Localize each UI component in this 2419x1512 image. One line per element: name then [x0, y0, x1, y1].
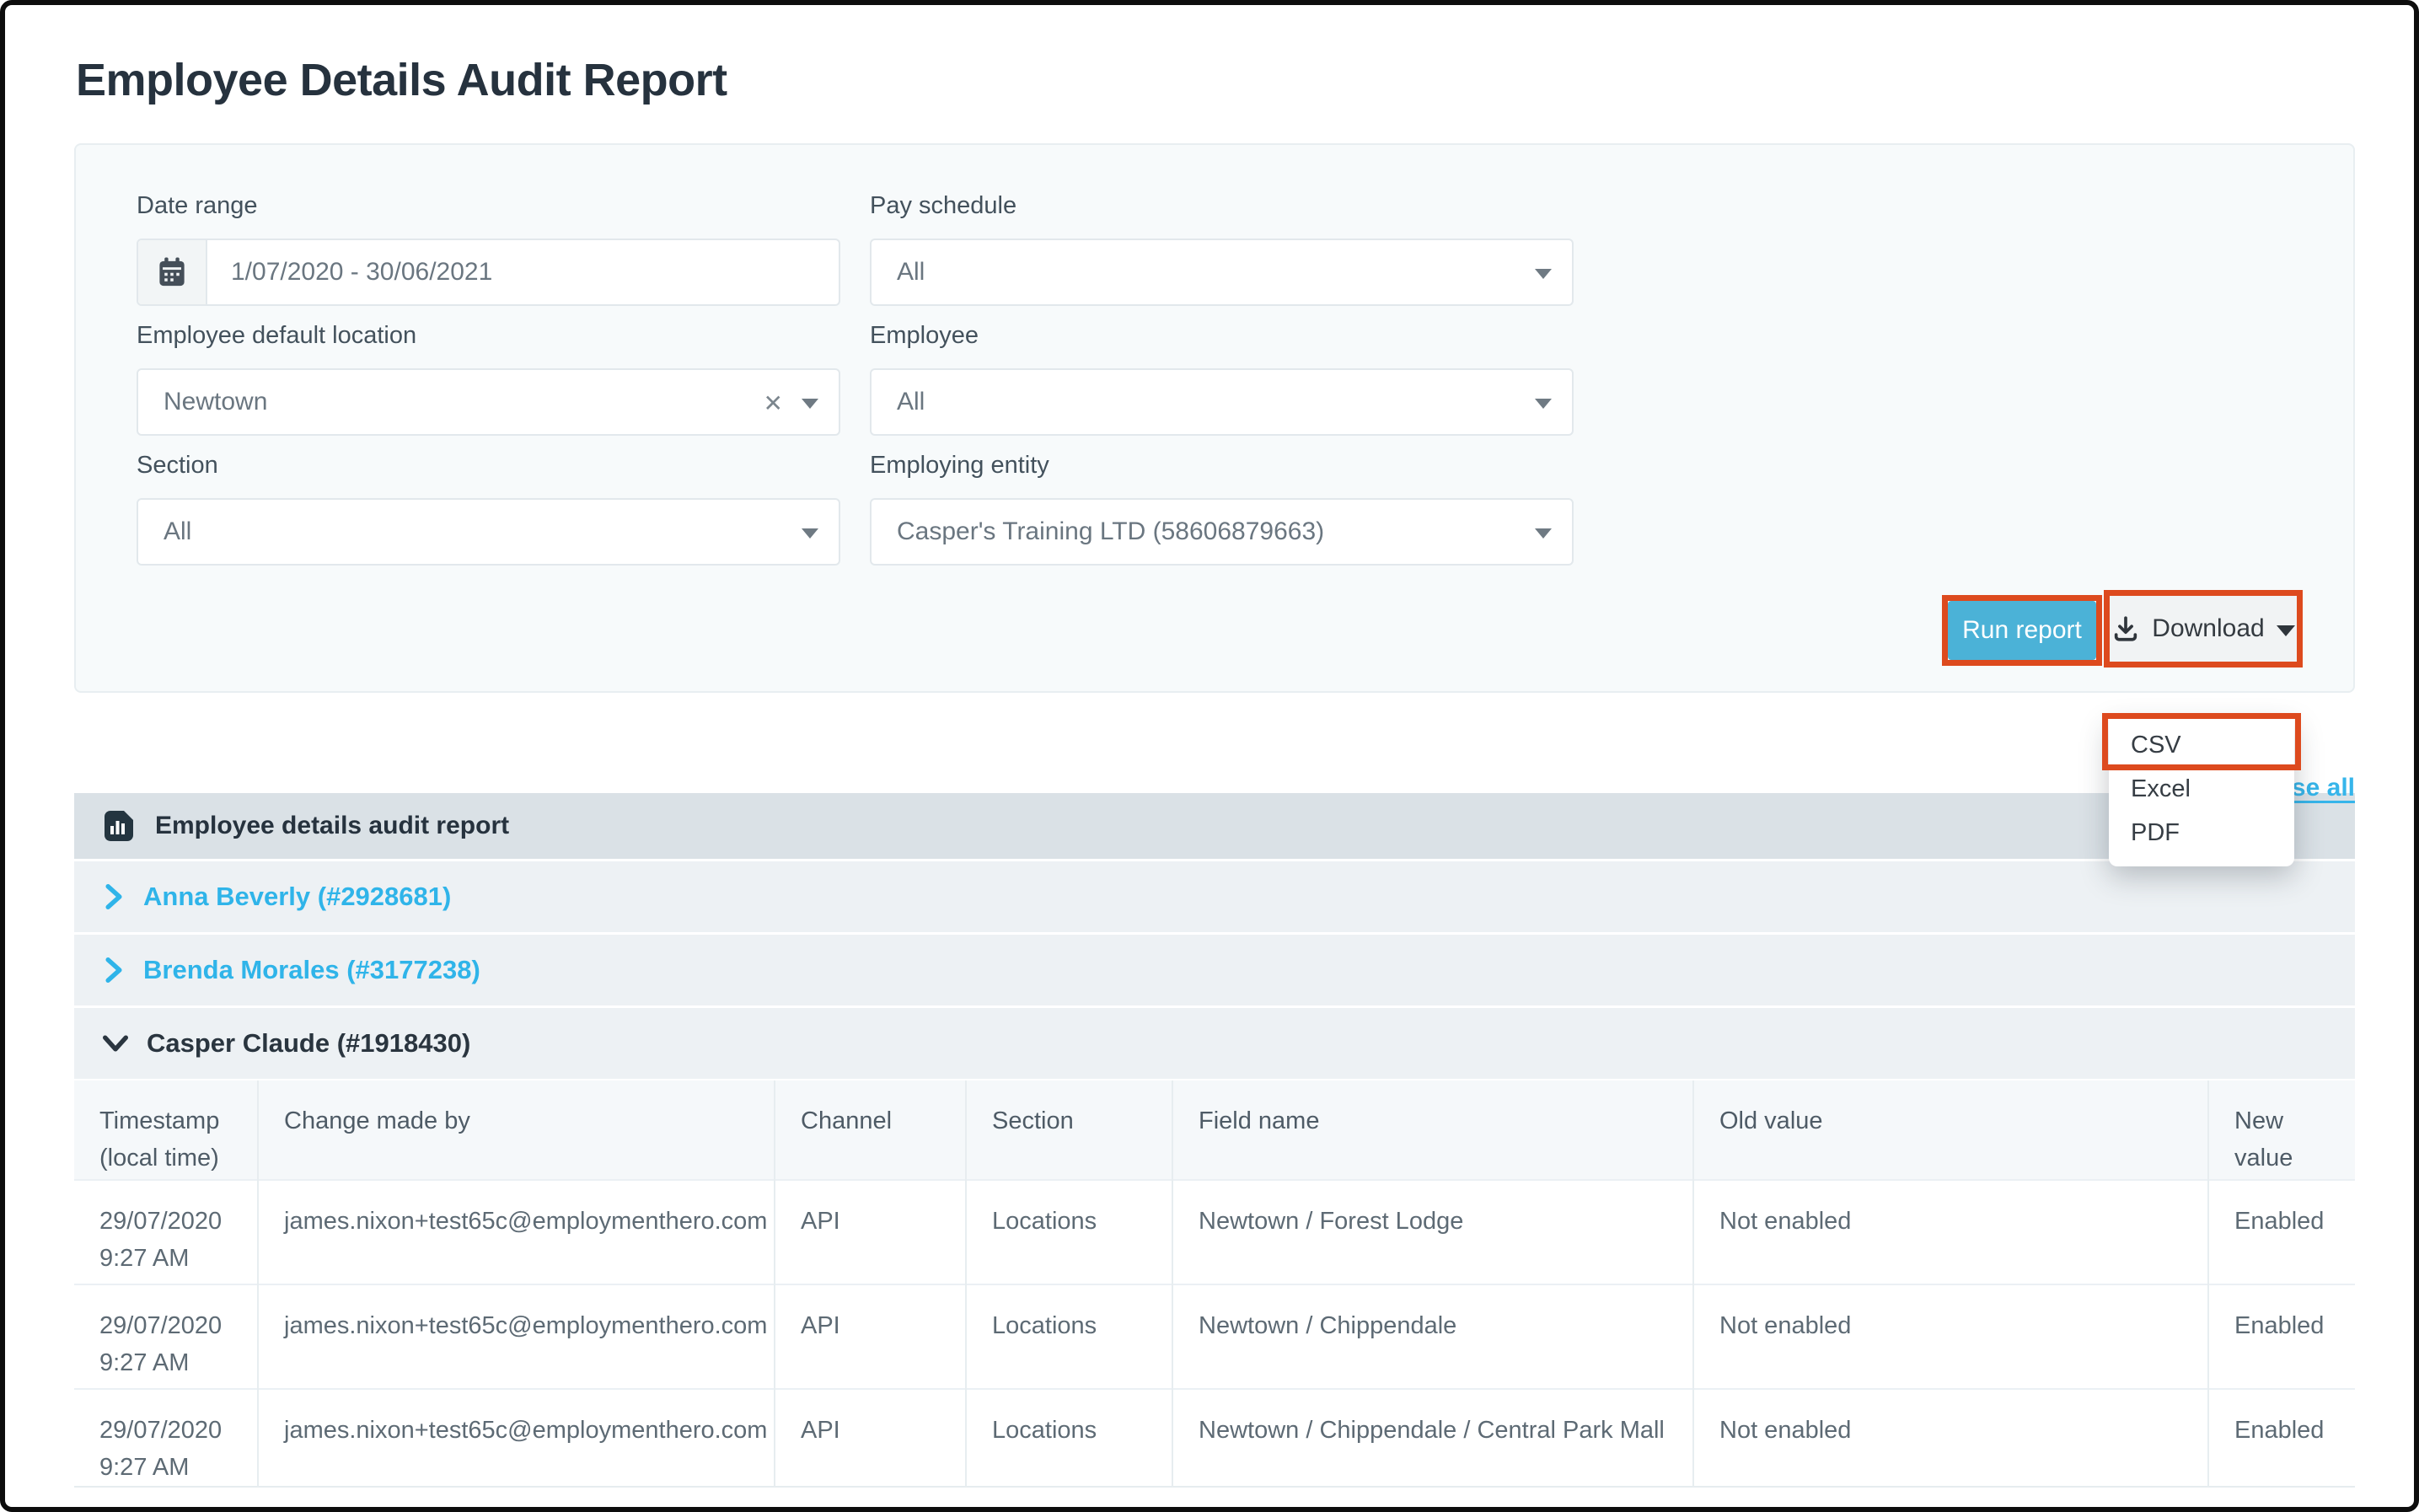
- cell-section: Locations: [966, 1389, 1172, 1487]
- cell-old-value: Not enabled: [1693, 1284, 2208, 1389]
- cell-changed-by: james.nixon+test65c@employmenthero.com: [258, 1284, 775, 1389]
- cell-timestamp: 29/07/20209:27 AM: [74, 1180, 258, 1284]
- table-row: 29/07/20209:27 AM james.nixon+test65c@em…: [74, 1389, 2355, 1487]
- menu-item-excel[interactable]: Excel: [2109, 767, 2294, 811]
- cell-section: Locations: [966, 1284, 1172, 1389]
- cell-changed-by: james.nixon+test65c@employmenthero.com: [258, 1180, 775, 1284]
- download-menu: CSV Excel PDF: [2109, 718, 2294, 866]
- chevron-down-icon: [1535, 528, 1552, 539]
- chevron-down-icon: [103, 1032, 128, 1054]
- cell-old-value: Not enabled: [1693, 1389, 2208, 1487]
- page-title: Employee Details Audit Report: [76, 54, 2414, 106]
- employee-default-location-value: Newtown: [138, 388, 839, 416]
- col-header-section: Section: [966, 1080, 1172, 1180]
- employee-value: All: [872, 388, 1572, 416]
- cell-field-name: Newtown / Forest Lodge: [1172, 1180, 1693, 1284]
- employee-group-casper-claude[interactable]: Casper Claude (#1918430): [74, 1008, 2355, 1079]
- date-range-field: [137, 239, 840, 306]
- caret-down-icon: [2277, 625, 2295, 636]
- cell-channel: API: [775, 1389, 966, 1487]
- table-row: 29/07/20209:27 AM james.nixon+test65c@em…: [74, 1284, 2355, 1389]
- cell-old-value: Not enabled: [1693, 1180, 2208, 1284]
- chevron-down-icon: [1535, 399, 1552, 409]
- chevron-down-icon: [802, 528, 818, 539]
- col-header-changed-by: Change made by: [258, 1080, 775, 1180]
- download-button-label: Download: [2152, 614, 2264, 643]
- col-header-field-name: Field name: [1172, 1080, 1693, 1180]
- col-header-channel: Channel: [775, 1080, 966, 1180]
- clear-location-button[interactable]: ✕: [764, 389, 783, 419]
- employing-entity-value: Casper's Training LTD (58606879663): [872, 517, 1572, 546]
- menu-item-csv[interactable]: CSV: [2109, 723, 2294, 767]
- chevron-down-icon: [802, 399, 818, 409]
- cell-channel: API: [775, 1180, 966, 1284]
- app-window: Employee Details Audit Report Date range: [5, 54, 2414, 1512]
- employee-default-location-select[interactable]: Newtown ✕: [137, 368, 840, 436]
- cell-timestamp: 29/07/20209:27 AM: [74, 1389, 258, 1487]
- employee-group-label: Anna Beverly (#2928681): [143, 882, 451, 912]
- cell-new-value: Enabled: [2208, 1180, 2355, 1284]
- employee-group-brenda-morales[interactable]: Brenda Morales (#3177238): [74, 935, 2355, 1005]
- col-header-timestamp: Timestamp (local time): [74, 1080, 258, 1180]
- pay-schedule-value: All: [872, 258, 1572, 287]
- cell-field-name: Newtown / Chippendale / Central Park Mal…: [1172, 1389, 1693, 1487]
- employee-label: Employee: [870, 322, 1574, 350]
- employing-entity-select[interactable]: Casper's Training LTD (58606879663): [870, 498, 1574, 566]
- pay-schedule-label: Pay schedule: [870, 192, 1574, 220]
- date-range-addon: [138, 240, 207, 304]
- report-chart-doc-icon: [99, 807, 137, 844]
- annotation-box-download: Download: [2104, 590, 2303, 668]
- section-label: Section: [137, 452, 840, 480]
- download-icon: [2111, 614, 2140, 643]
- employee-select[interactable]: All: [870, 368, 1574, 436]
- section-value: All: [138, 517, 839, 546]
- cell-timestamp: 29/07/20209:27 AM: [74, 1284, 258, 1389]
- download-button[interactable]: Download: [2110, 596, 2297, 662]
- screenshot-frame: Employee Details Audit Report Date range: [0, 0, 2419, 1512]
- audit-table: Timestamp (local time) Change made by Ch…: [74, 1080, 2355, 1488]
- chevron-right-icon: [103, 957, 125, 983]
- cell-new-value: Enabled: [2208, 1284, 2355, 1389]
- col-header-new-value: New value: [2208, 1080, 2355, 1180]
- cell-field-name: Newtown / Chippendale: [1172, 1284, 1693, 1389]
- chevron-right-icon: [103, 884, 125, 909]
- employee-default-location-label: Employee default location: [137, 322, 840, 350]
- col-header-old-value: Old value: [1693, 1080, 2208, 1180]
- employee-group-anna-beverly[interactable]: Anna Beverly (#2928681): [74, 861, 2355, 932]
- date-range-label: Date range: [137, 192, 840, 220]
- chevron-down-icon: [1535, 269, 1552, 279]
- cell-changed-by: james.nixon+test65c@employmenthero.com: [258, 1389, 775, 1487]
- section-select[interactable]: All: [137, 498, 840, 566]
- table-row: 29/07/20209:27 AM james.nixon+test65c@em…: [74, 1180, 2355, 1284]
- menu-item-pdf[interactable]: PDF: [2109, 811, 2294, 855]
- pay-schedule-select[interactable]: All: [870, 239, 1574, 306]
- date-range-input[interactable]: [207, 258, 839, 287]
- employee-group-label: Casper Claude (#1918430): [147, 1028, 470, 1059]
- report-title: Employee details audit report: [155, 812, 509, 840]
- annotation-box-run-report: Run report: [1942, 595, 2102, 666]
- cell-channel: API: [775, 1284, 966, 1389]
- employee-group-label: Brenda Morales (#3177238): [143, 955, 480, 985]
- audit-table-header-row: Timestamp (local time) Change made by Ch…: [74, 1080, 2355, 1180]
- report-section: Employee details audit report Anna Bever…: [74, 793, 2355, 1488]
- run-report-button[interactable]: Run report: [1948, 601, 2096, 660]
- calendar-icon: [157, 256, 187, 288]
- cell-section: Locations: [966, 1180, 1172, 1284]
- cell-new-value: Enabled: [2208, 1389, 2355, 1487]
- report-header-bar: Employee details audit report: [74, 793, 2355, 859]
- filter-panel: Date range: [74, 143, 2355, 693]
- employing-entity-label: Employing entity: [870, 452, 1574, 480]
